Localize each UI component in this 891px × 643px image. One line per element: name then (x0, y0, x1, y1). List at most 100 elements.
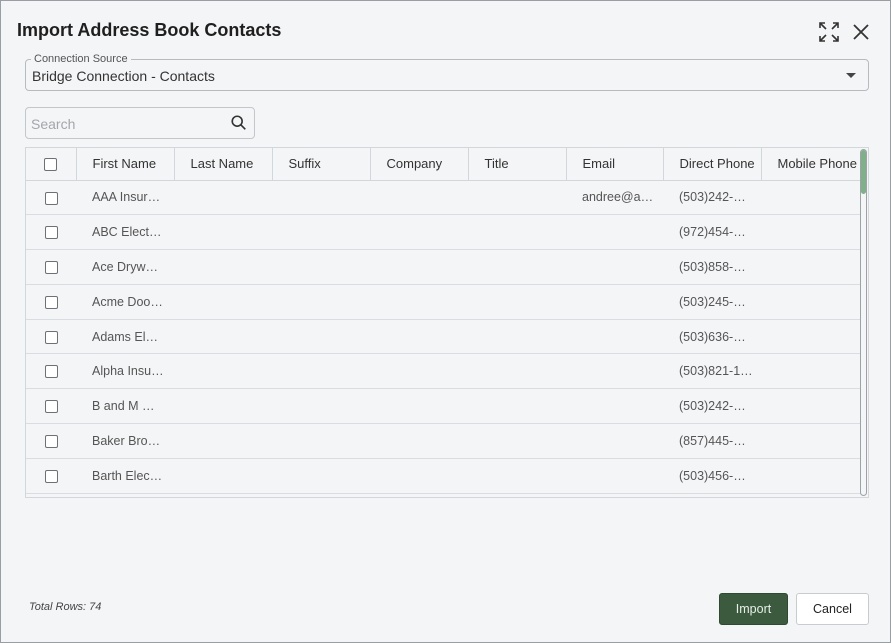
cell-last-name (174, 423, 272, 459)
row-checkbox[interactable] (44, 400, 58, 414)
cell-title (468, 388, 566, 425)
row-checkbox[interactable] (44, 365, 58, 379)
column-header-direct-phone[interactable]: Direct Phone (663, 148, 762, 181)
table-row[interactable]: Ace Dryw… (503)858-… (26, 249, 861, 285)
close-icon[interactable] (849, 20, 873, 44)
cell-last-name (174, 458, 272, 494)
cell-direct-phone: (503)858-… (663, 249, 761, 285)
cell-email (566, 353, 663, 390)
cell-mobile-phone (761, 353, 861, 390)
column-header-company[interactable]: Company (370, 148, 469, 181)
cell-email (566, 423, 663, 459)
cell-suffix (272, 214, 370, 251)
import-button[interactable]: Import (719, 593, 788, 625)
cell-suffix (272, 353, 370, 390)
cell-title (468, 249, 566, 285)
row-select-cell (26, 353, 76, 390)
cell-direct-phone: (503)636-… (663, 319, 761, 355)
table-scrollbar[interactable] (860, 149, 867, 496)
row-checkbox[interactable] (44, 261, 58, 275)
column-header-last-name[interactable]: Last Name (174, 148, 273, 181)
row-select-cell (26, 284, 76, 320)
cell-mobile-phone (761, 284, 861, 320)
cell-title (468, 284, 566, 320)
cell-company (370, 180, 468, 216)
column-header-suffix[interactable]: Suffix (272, 148, 371, 181)
cell-last-name (174, 388, 272, 425)
connection-source-select[interactable]: Connection Source Bridge Connection - Co… (25, 53, 869, 91)
table-row[interactable]: AAA Insur… andree@a… (503)242-… (26, 180, 861, 216)
table-row[interactable]: Barth Elec… (503)456-… (26, 458, 861, 494)
cell-direct-phone: (503)242-… (663, 388, 761, 425)
cell-first-name: ABC Elect… (76, 214, 174, 251)
import-dialog: Import Address Book Contacts Connection … (0, 0, 891, 643)
dialog-title: Import Address Book Contacts (17, 20, 282, 40)
search-box (25, 107, 255, 139)
cell-mobile-phone (761, 388, 861, 425)
cell-suffix (272, 180, 370, 216)
contacts-table: First Name Last Name Suffix Company Titl… (25, 147, 869, 498)
table-row[interactable]: Baker Bro… (857)445-… (26, 423, 861, 459)
cell-first-name: Ace Dryw… (76, 249, 174, 285)
cell-title (468, 214, 566, 251)
cell-email (566, 214, 663, 251)
cancel-button[interactable]: Cancel (796, 593, 869, 625)
cell-last-name (174, 319, 272, 355)
row-select-cell (26, 423, 76, 459)
column-header-mobile-phone[interactable]: Mobile Phone (761, 148, 861, 181)
cell-direct-phone: (503)245-… (663, 284, 761, 320)
cell-last-name (174, 180, 272, 216)
select-all-checkbox[interactable] (44, 158, 58, 172)
cell-mobile-phone (761, 214, 861, 251)
cell-company (370, 249, 468, 285)
table-header-row: First Name Last Name Suffix Company Titl… (26, 148, 861, 181)
connection-source-value: Bridge Connection - Contacts (32, 68, 215, 84)
search-input[interactable] (31, 114, 226, 134)
cell-company (370, 214, 468, 251)
cell-mobile-phone (761, 423, 861, 459)
row-checkbox[interactable] (44, 191, 58, 205)
row-checkbox[interactable] (44, 295, 58, 309)
cell-mobile-phone (761, 249, 861, 285)
cell-email (566, 458, 663, 494)
select-all-cell (26, 148, 77, 181)
cell-email (566, 249, 663, 285)
row-select-cell (26, 214, 76, 251)
table-row[interactable]: Alpha Insu… (503)821-1… (26, 353, 861, 390)
row-checkbox[interactable] (44, 469, 58, 483)
cell-suffix (272, 284, 370, 320)
table-row[interactable]: Adams El… (503)636-… (26, 319, 861, 355)
cell-email (566, 284, 663, 320)
cell-first-name: Barth Elec… (76, 458, 174, 494)
cell-title (468, 423, 566, 459)
expand-icon[interactable] (817, 20, 841, 44)
column-header-title[interactable]: Title (468, 148, 567, 181)
cell-last-name (174, 353, 272, 390)
cell-company (370, 284, 468, 320)
cell-title (468, 319, 566, 355)
cell-direct-phone: (503)456-… (663, 458, 761, 494)
row-checkbox[interactable] (44, 226, 58, 240)
column-header-email[interactable]: Email (566, 148, 664, 181)
cell-first-name: AAA Insur… (76, 180, 174, 216)
table-row[interactable]: B and M … (503)242-… (26, 388, 861, 425)
scrollbar-thumb[interactable] (861, 150, 866, 194)
cell-mobile-phone (761, 319, 861, 355)
cell-company (370, 388, 468, 425)
row-checkbox[interactable] (44, 435, 58, 449)
table-row[interactable]: Acme Doo… (503)245-… (26, 284, 861, 320)
cell-direct-phone: (503)821-1… (663, 353, 761, 390)
table-row[interactable]: ABC Elect… (972)454-… (26, 214, 861, 251)
cell-first-name: Acme Doo… (76, 284, 174, 320)
search-icon[interactable] (230, 114, 248, 132)
row-select-cell (26, 458, 76, 494)
cell-suffix (272, 458, 370, 494)
cell-company (370, 353, 468, 390)
cell-title (468, 180, 566, 216)
cell-email (566, 319, 663, 355)
cell-company (370, 458, 468, 494)
cell-first-name: B and M … (76, 388, 174, 425)
cell-suffix (272, 249, 370, 285)
row-checkbox[interactable] (44, 330, 58, 344)
column-header-first-name[interactable]: First Name (76, 148, 175, 181)
